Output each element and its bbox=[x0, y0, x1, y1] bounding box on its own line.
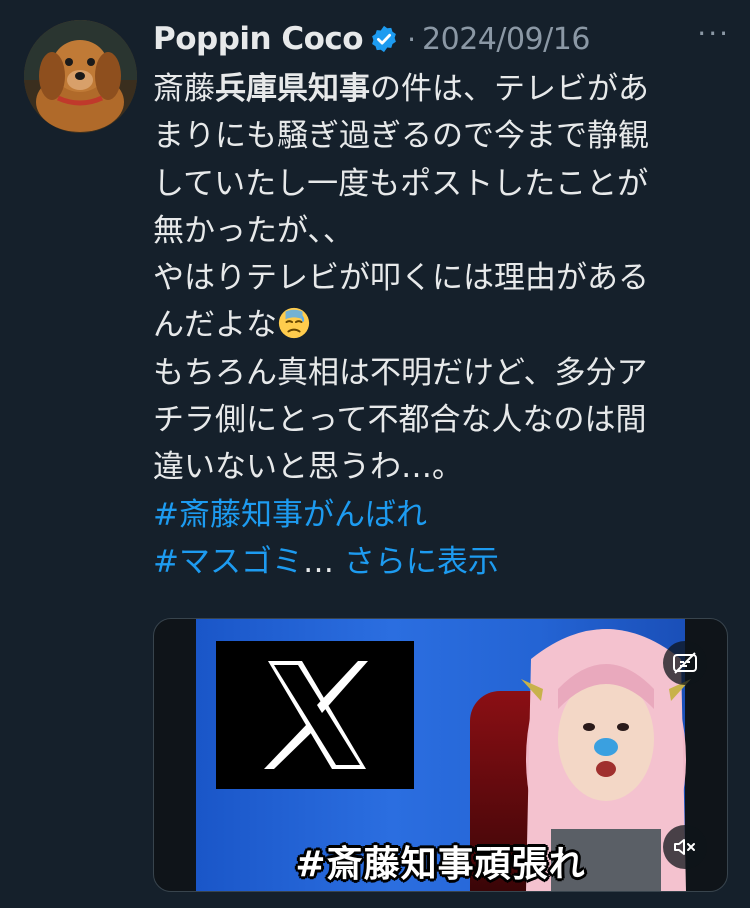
tweet-text-line: #マスゴミ… さらに表示 bbox=[153, 539, 733, 586]
text-segment: していたし一度もポストしたことが bbox=[153, 165, 649, 202]
author-display-name[interactable]: Poppin Coco bbox=[153, 21, 364, 57]
tweet-text-line: まりにも騒ぎ過ぎるので今まで静観 bbox=[153, 113, 733, 160]
tweet-text-line: 斎藤兵庫県知事の件は、テレビがあ bbox=[153, 66, 733, 113]
text-segment: 無かったが、、 bbox=[153, 212, 354, 249]
text-segment: チラ側にとって不都合な人なのは間 bbox=[153, 402, 647, 439]
hashtag-link[interactable]: #マスゴミ bbox=[153, 544, 303, 580]
text-segment: やはりテレビが叩くには理由がある bbox=[153, 260, 649, 297]
tweet-text-line: #斎藤知事がんばれ bbox=[153, 492, 733, 539]
tweet-date[interactable]: 2024/09/16 bbox=[422, 22, 590, 57]
tweet-text-line: やはりテレビが叩くには理由がある bbox=[153, 255, 733, 302]
tweet-text-line: んだよな bbox=[153, 302, 733, 349]
tweet-text: 斎藤兵庫県知事の件は、テレビがあまりにも騒ぎ過ぎるので今まで静観 していたし一度も… bbox=[153, 66, 733, 586]
text-segment: 違いないと思うわ…。 bbox=[153, 449, 463, 486]
video-caption: #斎藤知事頑張れ bbox=[295, 844, 586, 885]
tweet-text-line: していたし一度もポストしたことが bbox=[153, 161, 733, 208]
tweet-header: Poppin Coco · 2024/09/16 ··· bbox=[153, 14, 730, 64]
text-segment: もちろん真相は不明だけど、多分ア bbox=[153, 354, 648, 391]
more-options-button[interactable]: ··· bbox=[697, 20, 730, 58]
tweet-text-line: 無かったが、、 bbox=[153, 208, 733, 255]
text-segment: まりにも騒ぎ過ぎるので今まで静観 bbox=[153, 118, 649, 155]
verified-badge-icon bbox=[369, 24, 399, 54]
text-segment: んだよな bbox=[153, 307, 277, 344]
text-segment: 斎藤 bbox=[153, 71, 215, 107]
video-player[interactable]: #斎藤知事頑張れ bbox=[153, 618, 728, 892]
captions-off-icon bbox=[673, 652, 697, 674]
dog-avatar-icon bbox=[24, 20, 137, 133]
tweet-text-line: チラ側にとって不都合な人なのは間 bbox=[153, 397, 733, 444]
hashtag-link[interactable]: #斎藤知事がんばれ bbox=[153, 497, 427, 533]
text-segment: … bbox=[302, 543, 344, 580]
captions-toggle-button[interactable] bbox=[663, 641, 707, 685]
text-segment: の件は、テレビがあ bbox=[370, 71, 649, 107]
x-logo-icon bbox=[216, 641, 414, 789]
tweet-text-line: もちろん真相は不明だけど、多分ア bbox=[153, 350, 733, 397]
tweet-text-line: 違いないと思うわ…。 bbox=[153, 444, 733, 491]
downcast-face-with-sweat-icon bbox=[277, 306, 311, 340]
show-more-link[interactable]: さらに表示 bbox=[344, 544, 499, 580]
header-separator: · bbox=[407, 22, 417, 56]
bold-text: 兵庫県知事 bbox=[215, 71, 370, 107]
author-avatar[interactable] bbox=[24, 20, 137, 133]
